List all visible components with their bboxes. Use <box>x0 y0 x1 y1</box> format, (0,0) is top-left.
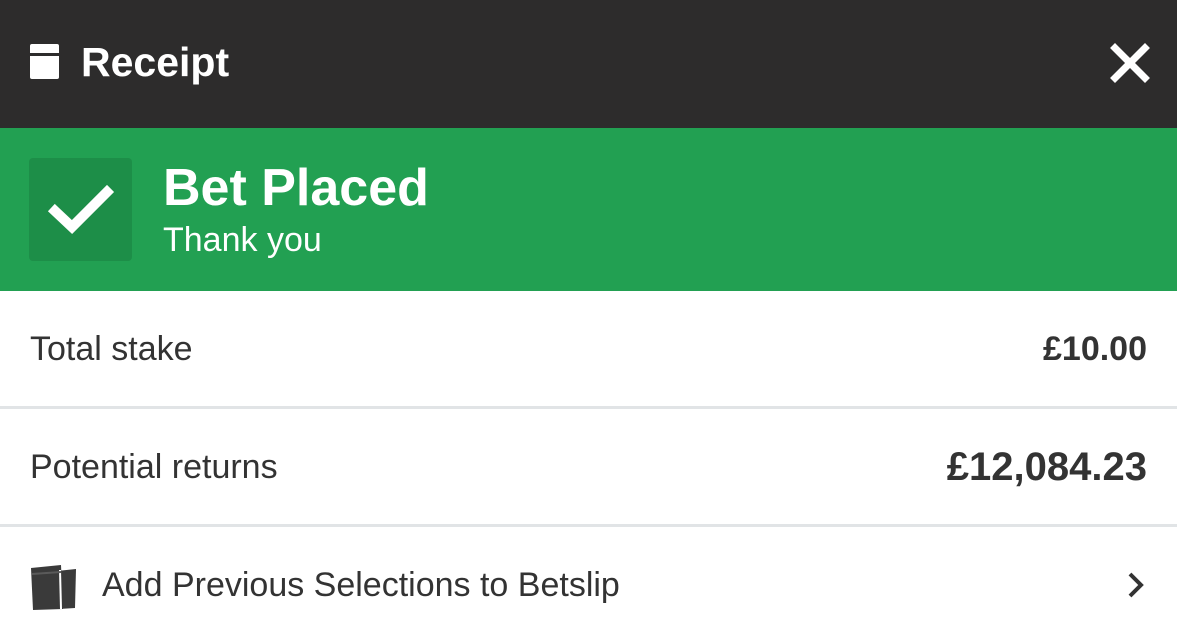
header-title: Receipt <box>81 39 230 85</box>
potential-returns-label: Potential returns <box>30 448 278 486</box>
divider <box>0 524 1177 527</box>
receipt-icon <box>30 44 59 79</box>
potential-returns-value: £12,084.23 <box>946 445 1147 489</box>
thank-you-text: Thank you <box>163 221 322 259</box>
potential-returns-row: Potential returns £12,084.23 <box>0 409 1177 525</box>
total-stake-row: Total stake £10.00 <box>0 291 1177 407</box>
close-icon <box>1110 43 1150 83</box>
close-button[interactable] <box>1103 36 1157 90</box>
total-stake-label: Total stake <box>30 330 193 368</box>
add-previous-selections-label: Add Previous Selections to Betslip <box>102 566 620 604</box>
betslip-icon <box>31 565 76 610</box>
add-previous-selections-button[interactable]: Add Previous Selections to Betslip <box>0 529 1177 639</box>
bet-placed-banner: Bet Placed Thank you <box>0 128 1177 291</box>
bet-placed-title: Bet Placed <box>163 159 429 217</box>
checkmark-icon <box>47 184 115 234</box>
receipt-header: Receipt <box>0 0 1177 128</box>
total-stake-value: £10.00 <box>1043 330 1147 368</box>
checkmark-badge <box>29 158 132 261</box>
chevron-right-icon <box>1128 572 1144 598</box>
